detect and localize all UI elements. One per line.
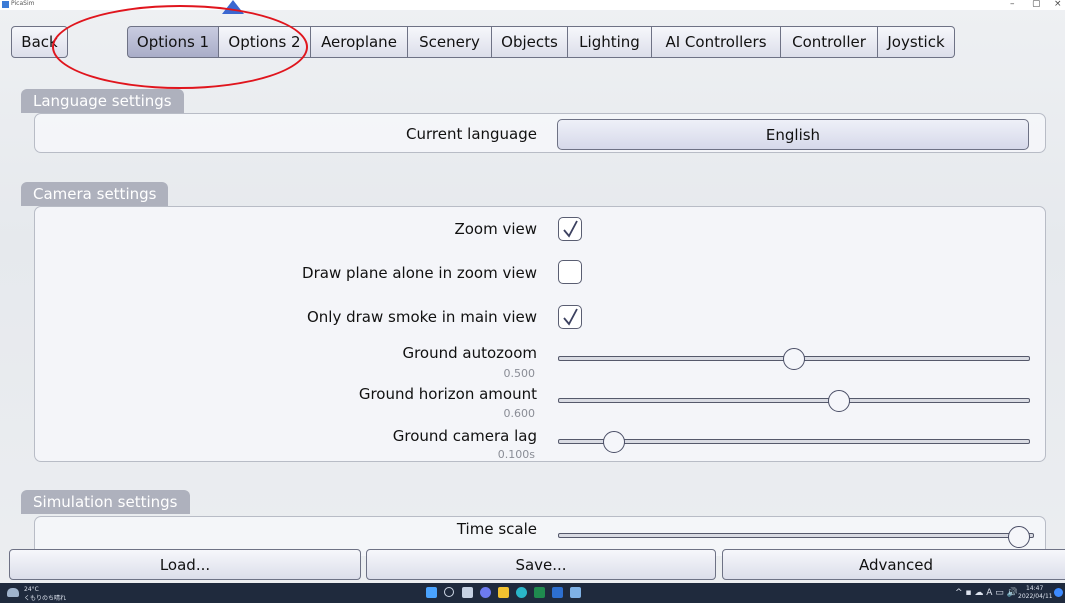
ground-autozoom-label: Ground autozoom bbox=[402, 344, 537, 362]
language-section-header: Language settings bbox=[21, 89, 184, 113]
tab-joystick[interactable]: Joystick bbox=[878, 26, 955, 58]
draw-plane-alone-checkbox[interactable] bbox=[558, 260, 582, 284]
tab-scenery[interactable]: Scenery bbox=[408, 26, 492, 58]
advanced-button[interactable]: Advanced bbox=[722, 549, 1065, 580]
weather-icon bbox=[7, 588, 19, 597]
ground-camera-lag-slider[interactable] bbox=[558, 439, 1030, 444]
task-view-icon[interactable] bbox=[462, 587, 473, 598]
tab-objects[interactable]: Objects bbox=[492, 26, 568, 58]
word-icon[interactable] bbox=[552, 587, 563, 598]
app-icon bbox=[2, 1, 9, 8]
tab-aeroplane[interactable]: Aeroplane bbox=[311, 26, 408, 58]
language-select-button[interactable]: English bbox=[557, 119, 1029, 150]
file-explorer-icon[interactable] bbox=[498, 587, 509, 598]
time-scale-label: Time scale bbox=[456, 520, 537, 538]
ground-camera-lag-thumb[interactable] bbox=[603, 431, 625, 453]
clock-date: 2022/04/11 bbox=[1018, 593, 1053, 600]
ground-horizon-thumb[interactable] bbox=[828, 390, 850, 412]
ground-camera-lag-label: Ground camera lag bbox=[392, 427, 537, 445]
tray-icons[interactable]: ^ ▪ ☁ A ▭ 🔊 bbox=[955, 588, 1018, 598]
tab-controller[interactable]: Controller bbox=[781, 26, 878, 58]
checkmark-icon bbox=[563, 220, 578, 238]
camera-section-header: Camera settings bbox=[21, 182, 169, 206]
ground-camera-lag-value: 0.100s bbox=[497, 448, 535, 461]
excel-icon[interactable] bbox=[534, 587, 545, 598]
clock-time: 14:47 bbox=[1026, 585, 1044, 592]
start-icon[interactable] bbox=[426, 587, 437, 598]
load-button[interactable]: Load... bbox=[9, 549, 361, 580]
tab-lighting[interactable]: Lighting bbox=[568, 26, 652, 58]
weather-desc: くもりのち晴れ bbox=[24, 595, 67, 602]
camera-panel bbox=[34, 206, 1046, 462]
ground-horizon-label: Ground horizon amount bbox=[358, 385, 537, 403]
close-button[interactable]: × bbox=[1054, 0, 1062, 9]
ground-autozoom-value: 0.500 bbox=[503, 367, 536, 380]
picasim-taskbar-icon[interactable] bbox=[570, 587, 581, 598]
draw-plane-alone-label: Draw plane alone in zoom view bbox=[302, 264, 537, 282]
window-title: PicaSim bbox=[11, 0, 35, 7]
only-draw-smoke-checkbox[interactable] bbox=[558, 305, 582, 329]
current-language-label: Current language bbox=[406, 125, 537, 143]
ground-horizon-value: 0.600 bbox=[503, 407, 536, 420]
chat-icon[interactable] bbox=[480, 587, 491, 598]
only-draw-smoke-label: Only draw smoke in main view bbox=[306, 308, 537, 326]
time-scale-slider[interactable] bbox=[558, 533, 1034, 538]
time-scale-thumb[interactable] bbox=[1008, 526, 1030, 548]
zoom-view-label: Zoom view bbox=[454, 220, 537, 238]
os-taskbar: 24°C くもりのち晴れ ^ ▪ ☁ A ▭ 🔊 14:47 2022/04/1… bbox=[0, 583, 1065, 603]
annotation-ellipse bbox=[52, 5, 308, 89]
minimize-button[interactable]: – bbox=[1010, 0, 1015, 9]
simulation-section-header: Simulation settings bbox=[21, 490, 190, 514]
ground-autozoom-thumb[interactable] bbox=[783, 348, 805, 370]
save-button[interactable]: Save... bbox=[366, 549, 716, 580]
zoom-view-checkbox[interactable] bbox=[558, 217, 582, 241]
checkmark-icon bbox=[563, 308, 578, 326]
notification-icon[interactable] bbox=[1054, 588, 1063, 597]
ground-horizon-slider[interactable] bbox=[558, 398, 1030, 403]
weather-temp: 24°C bbox=[24, 586, 39, 593]
maximize-button[interactable]: ▢ bbox=[1032, 0, 1041, 9]
edge-icon[interactable] bbox=[516, 587, 527, 598]
search-icon[interactable] bbox=[444, 587, 454, 597]
tab-ai-controllers[interactable]: AI Controllers bbox=[652, 26, 781, 58]
